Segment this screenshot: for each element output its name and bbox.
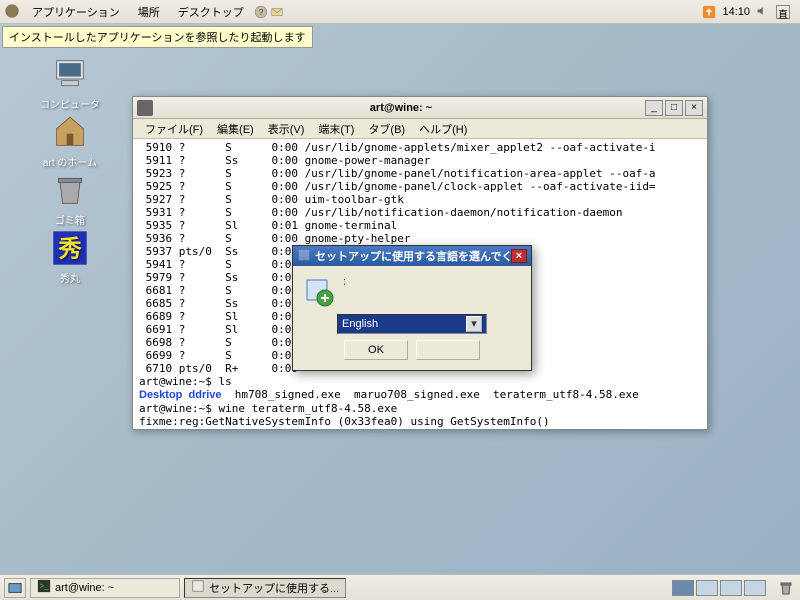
minimize-button[interactable]: _ — [645, 100, 663, 116]
terminal-titlebar[interactable]: art@wine: ~ _ □ × — [133, 97, 707, 119]
workspace-2[interactable] — [696, 580, 718, 596]
svg-text:?: ? — [259, 7, 264, 16]
top-panel: アプリケーション 場所 デスクトップ ? 14:10 直 — [0, 0, 800, 24]
desktop-icon-label: ゴミ箱 — [30, 212, 110, 227]
task-label: art@wine: ~ — [55, 582, 114, 594]
terminal-title: art@wine: ~ — [159, 102, 643, 114]
dialog-text: : — [343, 276, 346, 288]
desktop-icon-trash[interactable]: ゴミ箱 — [30, 170, 110, 227]
bottom-panel: >_ art@wine: ~ セットアップに使用する... — [0, 574, 800, 600]
gnome-foot-icon[interactable] — [4, 3, 22, 21]
desktop-icon-computer[interactable]: コンピュータ — [30, 54, 110, 111]
task-button-terminal[interactable]: >_ art@wine: ~ — [30, 578, 180, 598]
desktop-icon-hidemaru[interactable]: 秀 秀丸 — [30, 228, 110, 285]
terminal-icon: >_ — [37, 579, 51, 596]
menu-terminal[interactable]: 端末(T) — [312, 119, 360, 139]
help-icon[interactable]: ? — [254, 5, 268, 19]
wine-close-button[interactable]: × — [511, 249, 527, 263]
tooltip: インストールしたアプリケーションを参照したり起動します — [2, 26, 313, 48]
cancel-button[interactable] — [416, 340, 480, 360]
menu-applications[interactable]: アプリケーション — [24, 2, 128, 22]
wine-dialog: セットアップに使用する言語を選んでく × : English ▾ OK — [292, 245, 532, 371]
trash-icon — [50, 170, 90, 210]
menu-file[interactable]: ファイル(F) — [139, 119, 209, 139]
workspace-switcher[interactable] — [672, 580, 766, 596]
wine-titlebar[interactable]: セットアップに使用する言語を選んでく × — [293, 246, 531, 266]
wine-dialog-body: : English ▾ OK — [293, 266, 531, 370]
ok-button[interactable]: OK — [344, 340, 408, 360]
menu-tab[interactable]: タブ(B) — [362, 119, 411, 139]
mail-icon[interactable] — [270, 5, 284, 19]
desktop-icon-label: コンピュータ — [30, 96, 110, 111]
update-icon[interactable] — [702, 5, 716, 19]
menu-edit[interactable]: 編集(E) — [211, 119, 260, 139]
clock[interactable]: 14:10 — [722, 6, 750, 18]
maximize-button[interactable]: □ — [665, 100, 683, 116]
terminal-menubar: ファイル(F) 編集(E) 表示(V) 端末(T) タブ(B) ヘルプ(H) — [133, 119, 707, 139]
menu-help[interactable]: ヘルプ(H) — [413, 119, 473, 139]
workspace-3[interactable] — [720, 580, 742, 596]
menu-desktop[interactable]: デスクトップ — [170, 2, 252, 22]
panel-trash-button[interactable] — [776, 578, 796, 598]
installer-icon — [303, 276, 335, 308]
svg-text:>_: >_ — [40, 582, 50, 591]
task-button-wine-setup[interactable]: セットアップに使用する... — [184, 578, 346, 598]
wine-dialog-icon — [297, 248, 311, 265]
hidemaru-icon: 秀 — [50, 228, 90, 268]
selected-language: English — [342, 318, 378, 330]
menu-view[interactable]: 表示(V) — [262, 119, 311, 139]
menu-places[interactable]: 場所 — [130, 2, 168, 22]
show-desktop-button[interactable] — [4, 578, 26, 598]
workspace-4[interactable] — [744, 580, 766, 596]
wine-title: セットアップに使用する言語を選んでく — [315, 248, 511, 264]
desktop-icon-home[interactable]: art のホーム — [30, 112, 110, 169]
language-select[interactable]: English ▾ — [337, 314, 487, 334]
task-label: セットアップに使用する... — [209, 580, 339, 596]
top-menu-left: アプリケーション 場所 デスクトップ ? — [4, 2, 284, 22]
computer-icon — [50, 54, 90, 94]
terminal-icon — [137, 100, 153, 116]
input-method-icon[interactable]: 直 — [776, 5, 790, 19]
svg-text:秀: 秀 — [57, 235, 82, 261]
desktop-icon-label: art のホーム — [30, 154, 110, 169]
desktop-icon-label: 秀丸 — [30, 270, 110, 285]
dropdown-button-icon[interactable]: ▾ — [466, 316, 482, 332]
volume-icon[interactable] — [756, 5, 770, 19]
home-icon — [50, 112, 90, 152]
top-menu-right: 14:10 直 — [702, 5, 796, 19]
workspace-1[interactable] — [672, 580, 694, 596]
close-button[interactable]: × — [685, 100, 703, 116]
wine-icon — [191, 579, 205, 596]
